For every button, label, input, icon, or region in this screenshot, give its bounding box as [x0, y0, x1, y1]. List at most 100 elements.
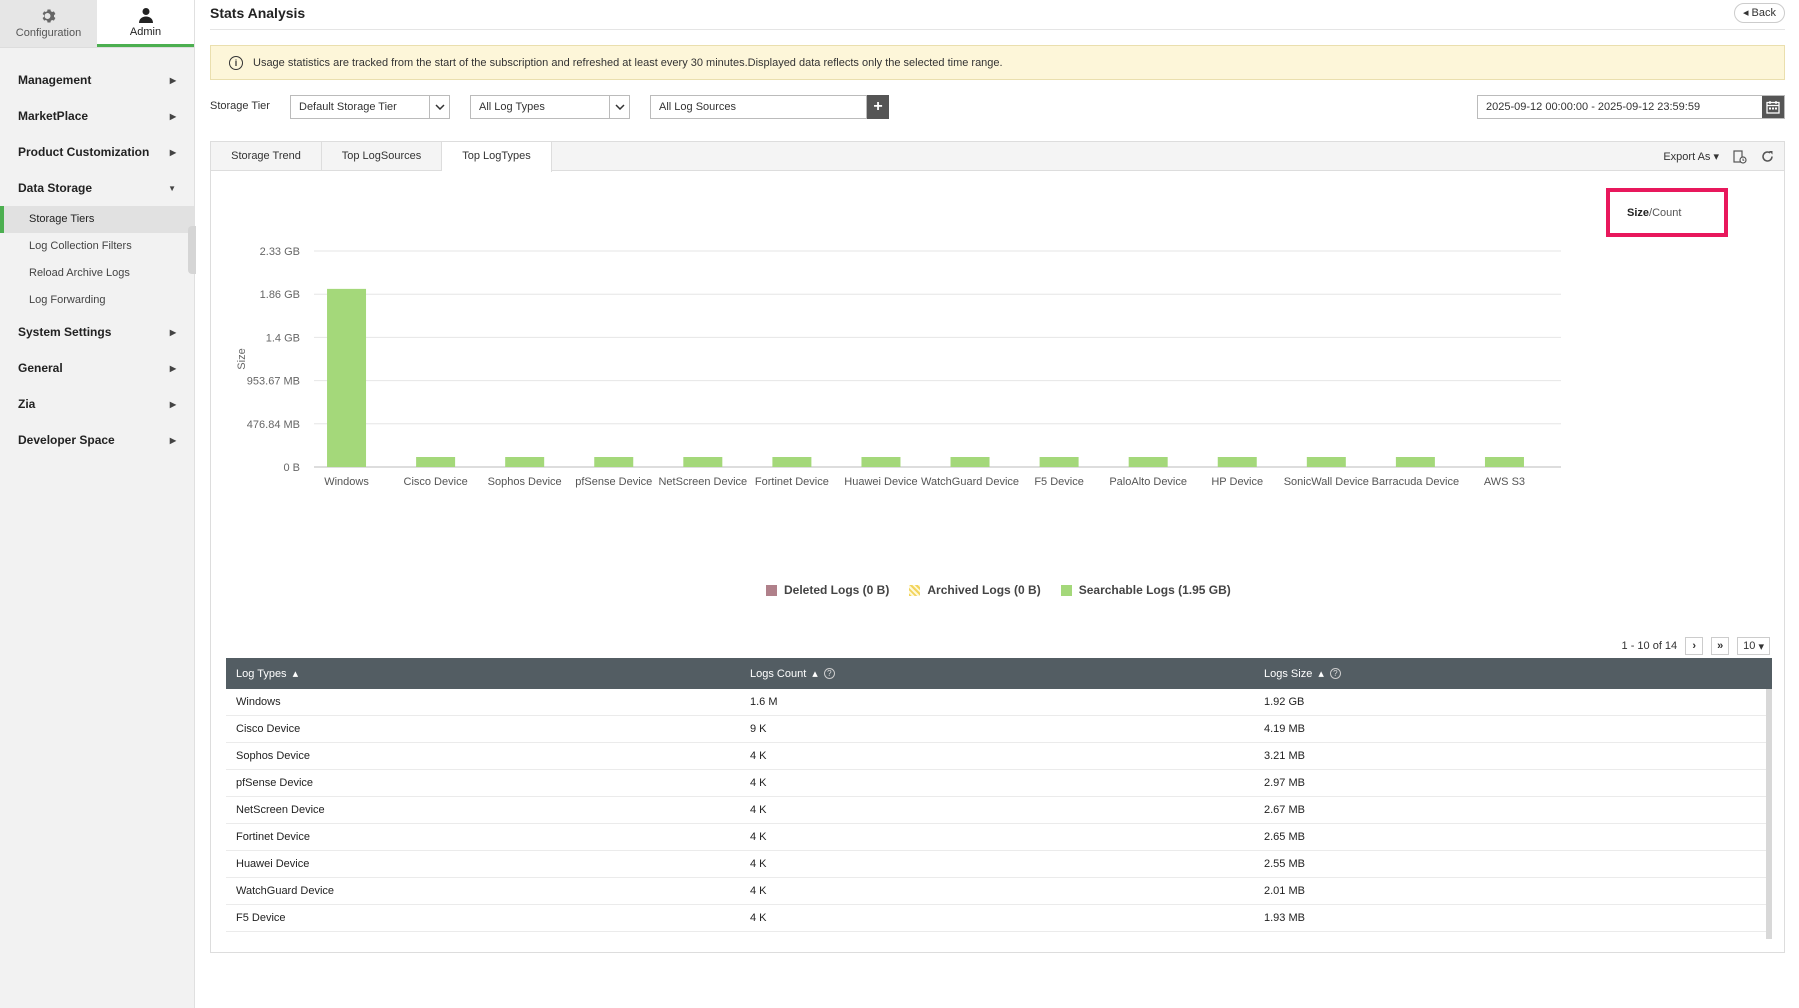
cell-logs-count: 4 K [750, 750, 767, 762]
sidebar-item-zia[interactable]: Zia ▶ [0, 386, 194, 422]
sort-asc-icon: ▴ [1318, 668, 1324, 680]
column-header-log-types[interactable]: Log Types ▴ [226, 667, 740, 681]
nav-configuration-label: Configuration [15, 27, 82, 39]
sidebar-item-general[interactable]: General ▶ [0, 350, 194, 386]
sidebar-item-storage-tiers[interactable]: Storage Tiers [0, 206, 194, 233]
table-row[interactable]: Huawei Device 4 K 2.55 MB [226, 851, 1766, 878]
chevron-right-icon: ▶ [169, 111, 176, 121]
help-icon[interactable]: ? [1329, 668, 1341, 679]
sidebar-item-management[interactable]: Management ▶ [0, 62, 194, 98]
cell-log-type: Cisco Device [236, 723, 301, 735]
sidebar-item-log-forwarding[interactable]: Log Forwarding [0, 287, 194, 314]
sidebar-item-log-collection-filters[interactable]: Log Collection Filters [0, 233, 194, 260]
gear-icon [42, 9, 55, 23]
y-axis-label: Size [236, 348, 248, 369]
legend-swatch [1060, 584, 1072, 596]
nav-configuration[interactable]: Configuration [0, 0, 97, 47]
cell-logs-count: 9 K [750, 723, 767, 735]
cell-logs-size: 3.21 MB [1264, 750, 1305, 762]
legend-swatch [766, 584, 777, 596]
stats-panel: Storage Trend Top LogSources Top LogType… [210, 141, 1785, 953]
cell-logs-count: 1.6 M [750, 696, 778, 708]
cell-logs-count: 4 K [750, 912, 767, 924]
table-body[interactable]: Windows 1.6 M 1.92 GB Cisco Device 9 K 4.19 M… [226, 689, 1772, 939]
storage-tier-select[interactable]: Default Storage Tier [290, 95, 450, 119]
bar-sophos-device [505, 457, 545, 467]
table-row[interactable]: pfSense Device 4 K 2.97 MB [226, 770, 1766, 797]
pagination: 1 - 10 of 14 › » 10 ▾ [1622, 637, 1770, 655]
refresh-icon [1762, 151, 1773, 162]
back-button[interactable]: ◂ Back [1733, 3, 1785, 23]
y-tick-label: 2.33 GB [260, 246, 300, 258]
last-page-button[interactable]: » [1711, 637, 1730, 655]
sidebar-item-data-storage[interactable]: Data Storage ▼ [0, 170, 194, 206]
y-tick-label: 1.4 GB [266, 332, 300, 344]
date-range-value: 2025-09-12 00:00:00 - 2025-09-12 23:59:5… [1486, 101, 1701, 113]
table-row[interactable]: F5 Device 4 K 1.93 MB [226, 905, 1766, 932]
bar-barracuda-device [1395, 457, 1435, 467]
help-icon[interactable]: ? [823, 668, 835, 679]
x-tick-label: Huawei Device [844, 476, 917, 488]
cell-log-type: NetScreen Device [236, 804, 325, 816]
nav-admin[interactable]: Admin [97, 0, 194, 47]
x-tick-label: HP Device [1211, 476, 1263, 488]
next-page-button[interactable]: › [1685, 637, 1704, 655]
sidebar-item-label: MarketPlace [18, 109, 89, 123]
table-row[interactable]: Windows 1.6 M 1.92 GB [226, 689, 1766, 716]
info-banner: i Usage statistics are tracked from the … [210, 45, 1785, 80]
sidebar-item-product-customization[interactable]: Product Customization ▶ [0, 134, 194, 170]
legend-label: Archived Logs (0 B) [927, 583, 1041, 597]
log-types-select[interactable]: All Log Types [470, 95, 630, 119]
schedule-report-button[interactable] [1733, 149, 1747, 164]
logtypes-table: Log Types ▴ Logs Count ▴? Logs Size ▴? Wind… [226, 658, 1772, 939]
cell-log-type: Huawei Device [236, 858, 310, 870]
chevron-right-icon: ▶ [169, 327, 176, 337]
table-row[interactable]: NetScreen Device 4 K 2.67 MB [226, 797, 1766, 824]
date-range-picker[interactable]: 2025-09-12 00:00:00 - 2025-09-12 23:59:5… [1477, 95, 1785, 119]
bar-f5-device [1039, 457, 1079, 467]
sidebar-item-label: Product Customization [18, 145, 150, 159]
tab-top-logsources[interactable]: Top LogSources [322, 142, 442, 171]
table-header: Log Types ▴ Logs Count ▴? Logs Size ▴? [226, 658, 1772, 689]
x-tick-label: F5 Device [1034, 476, 1084, 488]
bar-pfsense-device [594, 457, 634, 467]
table-row[interactable]: Fortinet Device 4 K 2.65 MB [226, 824, 1766, 851]
panel-toolbar: Export As ▾ [1663, 142, 1774, 171]
legend-archived-logs[interactable]: Archived Logs (0 B) [909, 583, 1041, 597]
x-tick-label: WatchGuard Device [921, 476, 1019, 488]
x-tick-label: SonicWall Device [1284, 476, 1369, 488]
refresh-button[interactable] [1761, 150, 1774, 163]
bar-hp-device [1217, 457, 1257, 467]
legend-searchable-logs[interactable]: Searchable Logs (1.95 GB) [1060, 583, 1231, 597]
table-row[interactable]: Cisco Device 9 K 4.19 MB [226, 716, 1766, 743]
tab-storage-trend[interactable]: Storage Trend [211, 142, 322, 171]
x-tick-label: Sophos Device [488, 476, 562, 488]
export-as-button[interactable]: Export As ▾ [1663, 150, 1719, 164]
sidebar-item-marketplace[interactable]: MarketPlace ▶ [0, 98, 194, 134]
legend-deleted-logs[interactable]: Deleted Logs (0 B) [766, 583, 889, 597]
cell-logs-size: 2.65 MB [1264, 831, 1305, 843]
chevron-left-icon: ◂ [1742, 7, 1752, 19]
add-log-source-button[interactable]: + [867, 95, 889, 119]
table-row[interactable]: WatchGuard Device 4 K 2.01 MB [226, 878, 1766, 905]
x-tick-label: AWS S3 [1484, 476, 1525, 488]
column-header-logs-size[interactable]: Logs Size ▴? [1254, 667, 1766, 680]
tab-bar: Storage Trend Top LogSources Top LogType… [211, 142, 1784, 172]
sidebar-item-label: Data Storage [18, 181, 93, 195]
page-size-select[interactable]: 10 ▾ [1737, 637, 1770, 655]
log-sources-select[interactable]: All Log Sources [650, 95, 867, 119]
table-row[interactable]: Sophos Device 4 K 3.21 MB [226, 743, 1766, 770]
tab-top-logtypes[interactable]: Top LogTypes [442, 142, 552, 172]
storage-tier-label: Storage Tier [210, 100, 270, 112]
sidebar-item-reload-archive-logs[interactable]: Reload Archive Logs [0, 260, 194, 287]
sidebar-item-system-settings[interactable]: System Settings ▶ [0, 314, 194, 350]
back-button-label: Back [1751, 7, 1776, 19]
bar-cisco-device [416, 457, 456, 467]
bar-fortinet-device [772, 457, 812, 467]
x-tick-label: Barracuda Device [1372, 476, 1459, 488]
column-header-logs-count[interactable]: Logs Count ▴? [740, 667, 1254, 680]
sidebar-item-developer-space[interactable]: Developer Space ▶ [0, 422, 194, 458]
top-nav: Configuration Admin [0, 0, 194, 48]
calendar-icon[interactable] [1762, 96, 1784, 118]
sidebar-collapse-handle[interactable] [188, 226, 196, 274]
